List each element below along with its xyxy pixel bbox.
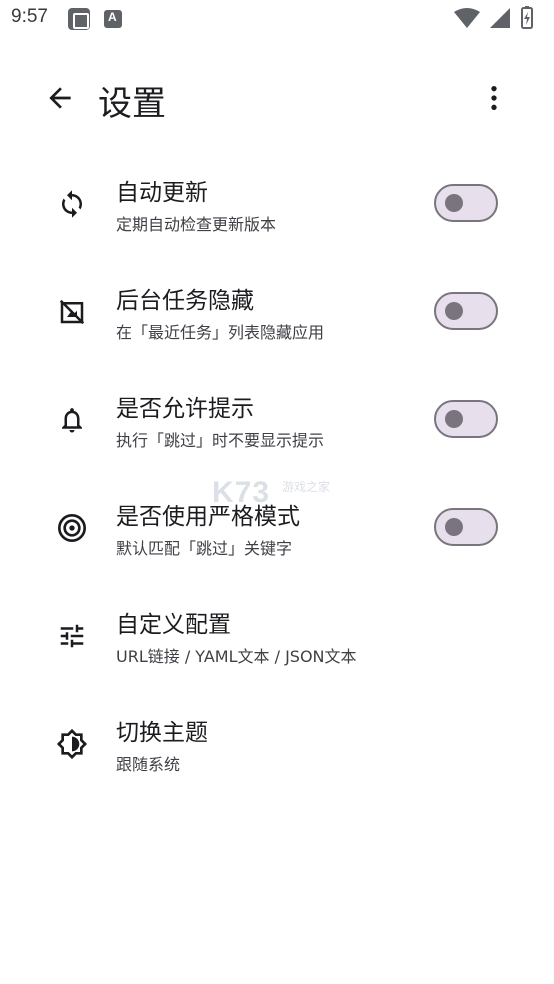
setting-switch-theme[interactable]: 切换主题 跟随系统 xyxy=(0,690,554,798)
setting-title: 是否使用严格模式 xyxy=(116,504,300,530)
setting-title: 自动更新 xyxy=(116,180,208,206)
setting-subtitle: URL链接 / YAML文本 / JSON文本 xyxy=(116,647,357,666)
status-bar: 9:57 xyxy=(0,0,554,38)
setting-title: 后台任务隐藏 xyxy=(116,288,254,314)
target-icon xyxy=(58,514,86,542)
theme-brightness-icon xyxy=(56,728,88,760)
wifi-icon xyxy=(454,8,480,28)
arrow-back-icon xyxy=(49,87,71,109)
app-bar: 设置 xyxy=(0,60,554,136)
setting-subtitle: 在「最近任务」列表隐藏应用 xyxy=(116,323,325,342)
hide-recents-icon xyxy=(59,299,85,325)
back-button[interactable] xyxy=(36,74,84,122)
setting-subtitle: 定期自动检查更新版本 xyxy=(116,215,277,234)
setting-auto-update[interactable]: 自动更新 定期自动检查更新版本 xyxy=(0,150,554,258)
page-title: 设置 xyxy=(98,84,166,124)
allow-tips-switch[interactable] xyxy=(434,400,498,438)
font-notification-icon xyxy=(104,10,122,28)
tune-icon xyxy=(60,624,84,648)
strict-mode-switch[interactable] xyxy=(434,508,498,546)
signal-icon xyxy=(490,8,510,28)
hide-recents-switch[interactable] xyxy=(434,292,498,330)
setting-hide-recents[interactable]: 后台任务隐藏 在「最近任务」列表隐藏应用 xyxy=(0,258,554,366)
bell-icon xyxy=(62,408,82,433)
app-notification-icon xyxy=(68,8,90,30)
sync-icon xyxy=(62,190,82,218)
auto-update-switch[interactable] xyxy=(434,184,498,222)
setting-subtitle: 执行「跳过」时不要显示提示 xyxy=(116,431,325,450)
setting-title: 自定义配置 xyxy=(116,612,231,638)
setting-subtitle: 默认匹配「跳过」关键字 xyxy=(116,539,293,558)
settings-list: 自动更新 定期自动检查更新版本 后台任务隐藏 在「最近任务」列表隐藏应用 是否允… xyxy=(0,150,554,798)
overflow-menu-button[interactable] xyxy=(470,74,518,122)
setting-title: 切换主题 xyxy=(116,720,208,746)
status-time: 9:57 xyxy=(11,6,48,27)
more-vert-icon xyxy=(491,86,497,110)
status-icons xyxy=(454,6,533,29)
setting-custom-config[interactable]: 自定义配置 URL链接 / YAML文本 / JSON文本 xyxy=(0,582,554,690)
setting-strict-mode[interactable]: 是否使用严格模式 默认匹配「跳过」关键字 xyxy=(0,474,554,582)
setting-title: 是否允许提示 xyxy=(116,396,254,422)
setting-subtitle: 跟随系统 xyxy=(116,755,181,774)
setting-allow-tips[interactable]: 是否允许提示 执行「跳过」时不要显示提示 xyxy=(0,366,554,474)
battery-icon xyxy=(521,6,533,29)
